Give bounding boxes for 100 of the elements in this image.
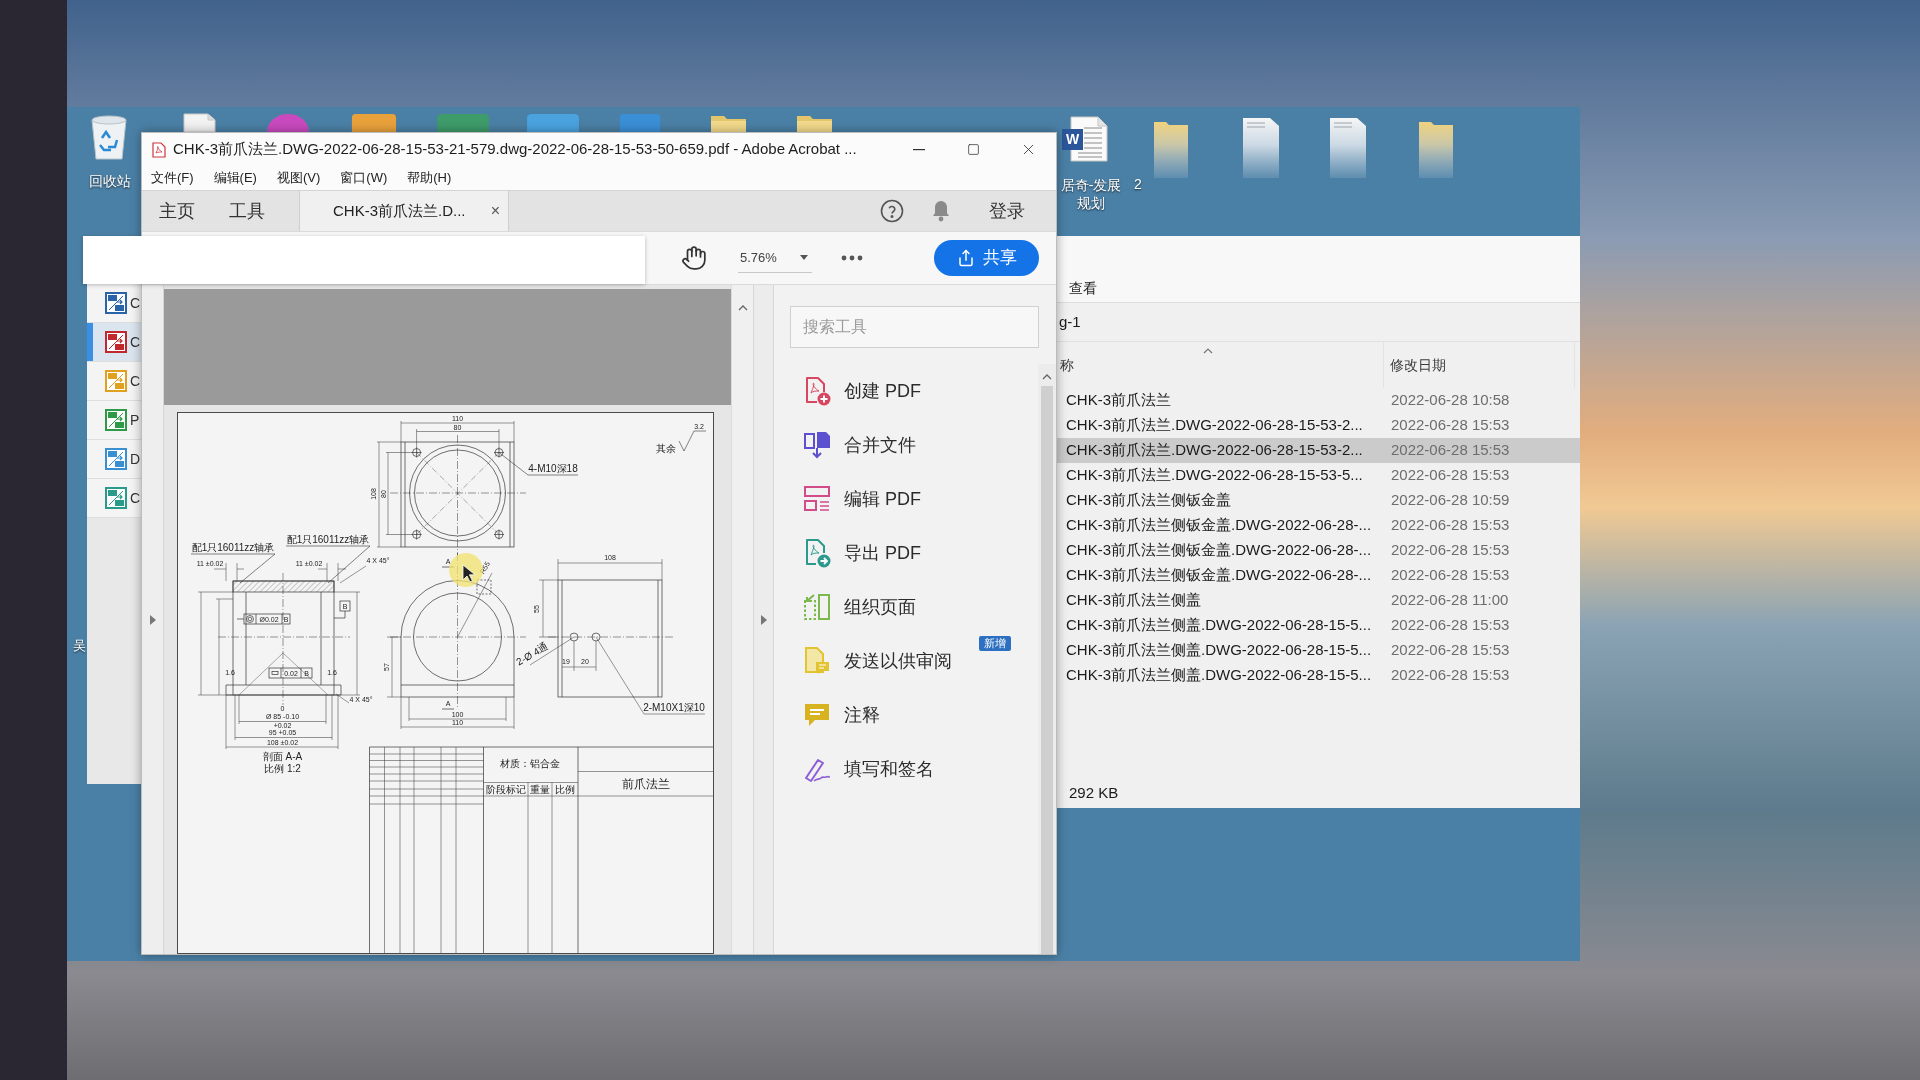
title-block-text: 前爪法兰 <box>622 777 670 791</box>
menu-item[interactable]: 编辑(E) <box>213 168 257 188</box>
tool-item[interactable]: 注释 <box>774 688 1038 742</box>
desktop-icon-label: 2 <box>1134 175 1142 193</box>
sort-caret-icon <box>1203 348 1213 354</box>
document-icon[interactable] <box>181 113 218 132</box>
app-icon[interactable] <box>351 113 397 132</box>
modified-date: 2022-06-28 15:53 <box>1390 665 1510 686</box>
modified-date: 2022-06-28 15:53 <box>1390 465 1510 486</box>
desktop-icon-label: 居奇-发展规划 <box>1059 176 1123 212</box>
file-name: CHK-3前爪法兰侧钣金盖.DWG-2022-06-28-... <box>1065 540 1373 561</box>
menu-item[interactable]: 视图(V) <box>276 168 321 188</box>
file-name: CHK-3前爪法兰侧钣金盖.DWG-2022-06-28-... <box>1065 565 1373 586</box>
file-name: CHK-3前爪法兰 <box>1065 390 1172 411</box>
menu-item[interactable]: 帮助(H) <box>407 168 452 188</box>
caret-icon <box>800 255 808 260</box>
expand-arrow-icon[interactable] <box>760 614 767 625</box>
title-block-text: 重量 <box>530 784 550 795</box>
tab[interactable]: CHK-3前爪法兰.D... × <box>299 191 509 231</box>
scroll-up-icon[interactable] <box>1042 374 1052 380</box>
tool-item[interactable]: 导出 PDF <box>774 526 1038 580</box>
recycle-bin-icon[interactable] <box>88 114 130 160</box>
help-icon[interactable] <box>880 199 904 223</box>
pages-icon <box>802 592 832 622</box>
more-icon[interactable] <box>841 255 863 261</box>
modified-date: 2022-06-28 15:53 <box>1390 440 1510 461</box>
sign-in-button[interactable]: 登录 <box>989 197 1025 225</box>
document-comment-icon <box>802 646 832 676</box>
modified-date: 2022-06-28 15:53 <box>1390 515 1510 536</box>
title-block-text: 材质：铝合金 <box>500 758 560 769</box>
tab[interactable]: 工具 <box>212 191 282 231</box>
file-name: CHK-3前爪法兰侧盖.DWG-2022-06-28-15-5... <box>1065 640 1373 661</box>
note-text: 2-M10X1深10 <box>643 702 705 713</box>
file-name: CHK-3前爪法兰侧钣金盖 <box>1065 490 1232 511</box>
modified-date: 2022-06-28 10:58 <box>1390 390 1510 411</box>
folder-icon[interactable] <box>796 113 833 132</box>
desktop-icon-label: 回收站 <box>88 172 132 190</box>
note-text: 配1只16011zz轴承 <box>191 542 275 553</box>
share-icon <box>956 249 975 267</box>
list-item[interactable]: C <box>87 323 141 362</box>
address-field[interactable]: g-1 <box>1057 303 1580 342</box>
search-field[interactable]: 搜索工具 <box>790 306 1039 348</box>
note-text: 2-Ø 4通 <box>514 640 551 668</box>
modified-date: 2022-06-28 11:00 <box>1390 590 1509 611</box>
file-name: CHK-3前爪法兰.DWG-2022-06-28-15-53-2... <box>1065 415 1364 436</box>
expand-arrow-icon[interactable] <box>149 614 156 625</box>
tool-item[interactable]: 发送以供审阅 新增 <box>774 634 1038 688</box>
modified-date: 2022-06-28 10:59 <box>1390 490 1510 511</box>
tool-item[interactable]: 创建 PDF <box>774 364 1038 418</box>
tool-item[interactable]: 组织页面 <box>774 580 1038 634</box>
tool-item[interactable]: 编辑 PDF <box>774 472 1038 526</box>
list-item[interactable]: C <box>87 479 141 518</box>
status-text: 292 KB <box>1069 782 1119 803</box>
bell-icon[interactable] <box>932 200 950 222</box>
file-name: CHK-3前爪法兰侧盖 <box>1065 590 1202 611</box>
pdf-file-icon <box>152 141 166 158</box>
modified-date: 2022-06-28 15:53 <box>1390 565 1510 586</box>
view-caption: 剖面 A-A <box>262 751 303 762</box>
tab[interactable]: 主页 <box>142 191 212 231</box>
tool-item[interactable]: 填写和签名 <box>774 742 1038 796</box>
merge-documents-icon <box>802 430 832 460</box>
menu-item[interactable]: 窗口(W) <box>340 168 388 188</box>
file-name: CHK-3前爪法兰侧盖.DWG-2022-06-28-15-5... <box>1065 615 1373 636</box>
maximize-icon <box>967 143 980 156</box>
share-button[interactable]: 共享 <box>934 240 1039 276</box>
view-caption: 比例 1:2 <box>264 763 301 774</box>
modified-date: 2022-06-28 15:53 <box>1390 640 1510 661</box>
scrollbar-thumb[interactable] <box>1041 386 1053 954</box>
folder-icon[interactable] <box>710 113 747 132</box>
tool-item[interactable]: 合并文件 <box>774 418 1038 472</box>
file-row[interactable]: CHK-3前爪法兰.DWG-2022-06-28-15-53-2... 2022-06-28 15:53 <box>1057 438 1580 463</box>
title-block-text: 阶段标记 <box>486 784 526 795</box>
desktop-icon-label: 吴 <box>73 638 86 654</box>
modified-date: 2022-06-28 15:53 <box>1390 415 1510 436</box>
hand-tool-icon[interactable] <box>681 245 707 271</box>
list-item[interactable]: C <box>87 284 141 323</box>
close-tab-button[interactable]: × <box>490 199 500 223</box>
document-icon[interactable] <box>1330 118 1366 178</box>
window-title: CHK-3前爪法兰.DWG-2022-06-28-15-53-21-579.dwg-2022-06-28-15-53-50-659.pdf - Adobe Acrobat ... <box>173 139 857 160</box>
modified-date: 2022-06-28 15:53 <box>1390 540 1510 561</box>
menu-item[interactable]: 文件(F) <box>151 168 194 188</box>
minimize-icon <box>912 148 925 151</box>
scroll-up-icon[interactable] <box>737 305 748 311</box>
modified-date: 2022-06-28 15:53 <box>1390 615 1510 636</box>
list-item[interactable]: C <box>87 362 141 401</box>
document-icon[interactable] <box>1243 118 1279 178</box>
list-item[interactable]: P <box>87 401 141 440</box>
note-text: 其余 <box>656 443 676 454</box>
layout-icon <box>802 484 832 514</box>
list-item[interactable]: D <box>87 440 141 479</box>
ribbon-tab[interactable]: 查看 <box>1069 280 1097 296</box>
note-text: 4-M10深18 <box>528 463 578 474</box>
file-name: CHK-3前爪法兰.DWG-2022-06-28-15-53-5... <box>1065 465 1364 486</box>
column-header[interactable]: 称 <box>1057 342 1383 388</box>
note-text: 配1只16011zz轴承 <box>286 534 370 545</box>
zoom-field[interactable]: 5.76% <box>738 243 812 273</box>
file-name: CHK-3前爪法兰侧盖.DWG-2022-06-28-15-5... <box>1065 665 1373 686</box>
surface-finish-icon <box>678 430 707 452</box>
file-name: CHK-3前爪法兰.DWG-2022-06-28-15-53-2... <box>1065 440 1364 461</box>
new-badge: 新增 <box>979 636 1011 651</box>
